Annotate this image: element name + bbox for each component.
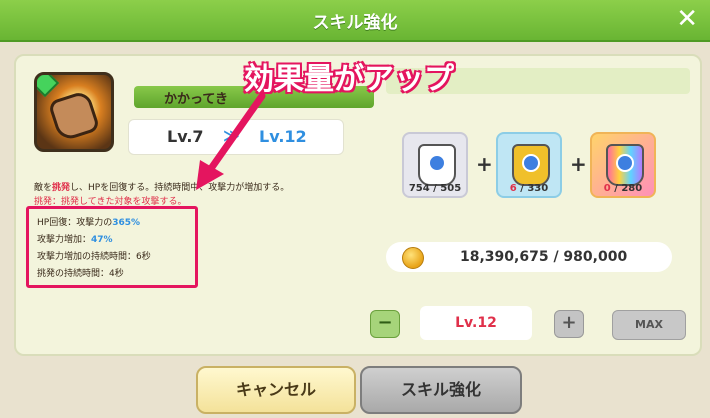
annotation-callout: 効果量がアップ [243,61,455,98]
fist-skill-icon [34,72,114,152]
material-slot-gold[interactable]: 6 / 330 [496,132,562,198]
gold-coin-icon [402,247,424,269]
coin-cost-bar: 18,390,675 / 980,000 [386,242,672,272]
desc-rest: し、HPを回復する。持続時間中、攻撃力が増加する。 [70,183,290,193]
material-count: 754 / 505 [404,183,466,194]
effect-hp-recovery: HP回復：攻撃力の365% [37,215,140,228]
coin-emblem-icon [428,154,446,172]
material-need: / 505 [429,183,462,194]
material-have: 754 [408,183,430,194]
max-level-button[interactable]: MAX [612,310,686,340]
effect-attack-duration: 攻撃力増加の持続時間：6秒 [37,249,151,262]
green-gem-icon [37,75,60,98]
level-from: Lv.7 [167,127,204,146]
plus-icon: + [570,152,587,176]
skill-upgrade-button[interactable]: スキル強化 [360,366,522,414]
effect-label: 攻撃力増加の持続時間：6秒 [37,252,151,262]
double-chevron-icon: ≫ [223,126,240,145]
effect-attack-up: 攻撃力増加：47% [37,232,113,245]
effect-value: 365% [112,218,141,228]
desc-highlight: 挑発 [52,183,71,193]
effect-values-box: HP回復：攻撃力の365% 攻撃力増加：47% 攻撃力増加の持続時間：6秒 挑発… [26,206,198,288]
material-have: 0 [603,183,611,194]
skill-panel: かかってき Lv.7 ≫ Lv.12 敵を挑発し、HPを回復する。持続時間中、攻… [14,54,702,356]
effect-taunt-duration: 挑発の持続時間：4秒 [37,266,124,279]
level-to: Lv.12 [259,127,307,146]
close-icon[interactable]: ✕ [676,4,698,34]
skill-description: 敵を挑発し、HPを回復する。持続時間中、攻撃力が増加する。 [34,180,289,193]
material-count: 0 / 280 [592,183,654,194]
material-slot-rainbow[interactable]: 0 / 280 [590,132,656,198]
desc-prefix: 敵を [34,183,53,193]
window-title: スキル強化 [312,13,398,33]
material-count: 6 / 330 [498,183,560,194]
coin-cost-text: 18,390,675 / 980,000 [460,249,628,265]
effect-label: 攻撃力増加： [37,235,92,245]
material-slot-white[interactable]: 754 / 505 [402,132,468,198]
effect-value: 47% [91,235,113,245]
fist-shape [47,89,101,143]
effect-label: HP回復：攻撃力の [37,218,113,228]
target-level-field[interactable]: Lv.12 [420,306,532,340]
material-need: / 280 [610,183,643,194]
skill-name: かかってき [164,92,228,107]
plus-icon: + [476,152,493,176]
decrease-level-button[interactable]: − [370,310,400,338]
material-have: 6 [509,183,517,194]
cancel-button[interactable]: キャンセル [196,366,356,414]
title-bar: スキル強化 ✕ [0,0,710,42]
effect-label: 挑発の持続時間：4秒 [37,269,124,279]
level-change-box: Lv.7 ≫ Lv.12 [128,119,344,155]
coin-emblem-icon [616,154,634,172]
increase-level-button[interactable]: + [554,310,584,338]
coin-emblem-icon [522,154,540,172]
material-need: / 330 [516,183,549,194]
